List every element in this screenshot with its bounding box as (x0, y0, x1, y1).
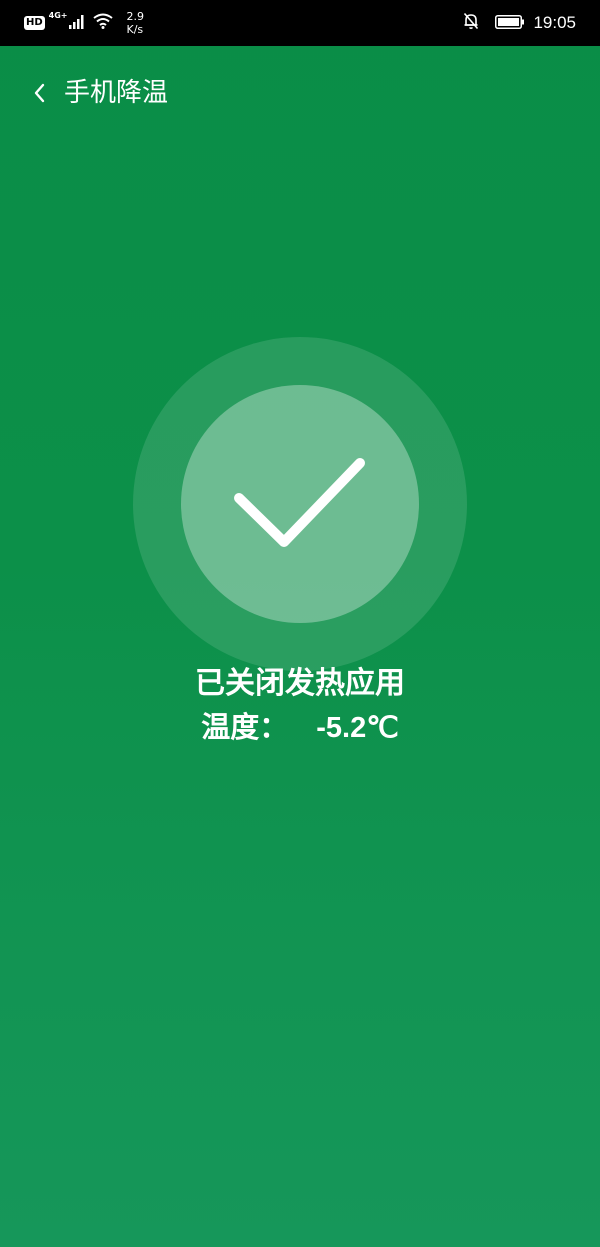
bell-off-icon (463, 12, 479, 34)
check-icon (234, 458, 365, 547)
app-header: 手机降温 (0, 46, 600, 142)
page-title: 手机降温 (64, 78, 169, 108)
network-type: 4G+ (48, 10, 68, 20)
result-message: 已关闭发热应用 (195, 666, 405, 701)
status-bar-right: 19:05 (463, 0, 576, 46)
temperature-value: -5.2℃ (316, 712, 399, 744)
hd-badge: HD (24, 16, 45, 30)
speed-value: 2.9 (126, 10, 145, 23)
back-button[interactable] (24, 78, 54, 108)
signal-icon (68, 14, 85, 33)
battery-icon (495, 14, 525, 33)
clock: 19:05 (533, 13, 576, 32)
temperature-label: 温度： (201, 710, 289, 744)
temperature-row: 温度： -5.2℃ (0, 705, 600, 750)
network-speed: 2.9 K/s (127, 10, 145, 36)
speed-unit: K/s (126, 23, 144, 36)
status-bar: HD 4G+ 2.9 K/s 19:05 (0, 0, 600, 46)
cooling-screen: HD 4G+ 2.9 K/s 19:05 手机降温 已关闭发热应用 温度： -5… (0, 0, 600, 1247)
chevron-left-icon (34, 83, 45, 103)
wifi-icon (92, 13, 113, 33)
status-bar-left: HD 4G+ 2.9 K/s (24, 0, 144, 46)
